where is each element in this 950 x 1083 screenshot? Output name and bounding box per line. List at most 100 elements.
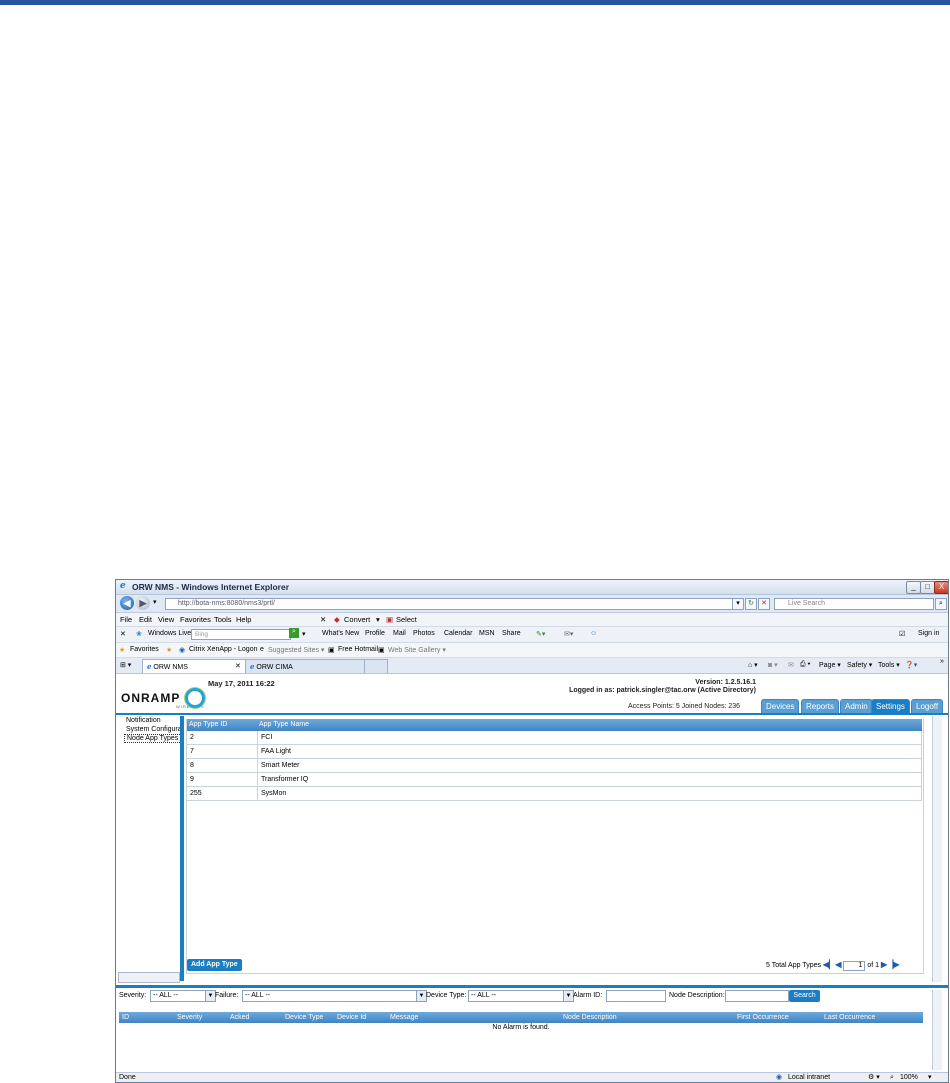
mail-icon[interactable]: ✉▾: [564, 630, 573, 638]
wl-link-profile[interactable]: Profile: [365, 630, 385, 637]
live-search-input[interactable]: Live Search: [774, 598, 934, 610]
last-page-icon[interactable]: ▕▶: [887, 960, 899, 969]
tab-settings[interactable]: Settings: [871, 699, 910, 713]
stop-icon[interactable]: ✕: [758, 598, 770, 610]
page-menu[interactable]: Page ▾: [819, 661, 841, 669]
fav-web-slice-gallery[interactable]: Web Site Gallery ▾: [388, 646, 446, 654]
close-tab-icon[interactable]: ✕: [235, 660, 241, 673]
device-type-select[interactable]: -- ALL -- ▼: [468, 990, 574, 1002]
tab-logoff[interactable]: Logoff: [911, 699, 944, 713]
table-row[interactable]: 9 Transformer IQ: [186, 773, 922, 787]
tab-orw-nms[interactable]: e ORW NMS ✕: [142, 659, 248, 673]
table-row[interactable]: 255 SysMon: [186, 787, 922, 801]
col-first-occurrence[interactable]: First Occurrence: [737, 1012, 789, 1023]
menu-file[interactable]: File: [120, 615, 132, 624]
bing-go-icon[interactable]: ⌕: [289, 628, 299, 638]
sign-in-link[interactable]: Sign in: [918, 630, 939, 637]
col-acked[interactable]: Acked: [230, 1012, 249, 1023]
close-toolbar-icon[interactable]: ✕: [120, 630, 126, 638]
bing-dropdown-icon[interactable]: ▾: [302, 630, 306, 638]
convert-button[interactable]: Convert: [344, 615, 370, 624]
protected-mode-icon[interactable]: ⚙ ▾: [868, 1073, 880, 1082]
fav-citrix[interactable]: Citrix XenApp - Logon: [189, 646, 257, 653]
fav-free-hotmail[interactable]: Free Hotmail: [338, 646, 378, 653]
wl-link-calendar[interactable]: Calendar: [444, 630, 472, 637]
col-app-type-name[interactable]: App Type Name: [259, 719, 309, 731]
tab-admin[interactable]: Admin: [840, 699, 873, 713]
sidebar-splitter[interactable]: [180, 716, 184, 981]
safety-menu[interactable]: Safety ▾: [847, 661, 872, 669]
close-button[interactable]: X: [934, 581, 948, 594]
home-icon[interactable]: ⌂ ▾: [748, 661, 758, 669]
select-button[interactable]: Select: [396, 615, 417, 624]
favorites-button[interactable]: Favorites: [130, 646, 159, 653]
add-favorite-icon[interactable]: ★: [166, 646, 172, 654]
first-page-icon[interactable]: ◀▏: [823, 960, 835, 969]
wl-link-photos[interactable]: Photos: [413, 630, 435, 637]
url-field[interactable]: http://bota-nms:8080/nms3/prtl/: [165, 598, 744, 610]
prev-page-icon[interactable]: ◀: [835, 960, 841, 969]
menu-help[interactable]: Help: [236, 615, 251, 624]
maximize-button[interactable]: □: [920, 581, 935, 594]
history-dropdown-icon[interactable]: ▾: [153, 598, 157, 606]
failure-select[interactable]: -- ALL -- ▼: [242, 990, 427, 1002]
col-device-type[interactable]: Device Type: [285, 1012, 323, 1023]
sidebar-item-notification[interactable]: Notification: [118, 716, 182, 725]
tab-reports[interactable]: Reports: [801, 699, 840, 713]
read-mail-icon[interactable]: ✉: [788, 661, 794, 669]
sidebar-item-node-app-types[interactable]: Node App Types: [124, 734, 182, 743]
zoom-level[interactable]: 100%: [900, 1073, 918, 1082]
print-icon[interactable]: ⎙ ▾: [800, 661, 811, 669]
table-row[interactable]: 2 FCI: [186, 731, 922, 745]
col-last-occurrence[interactable]: Last Occurrence: [824, 1012, 875, 1023]
wl-link-whats-new[interactable]: What's New: [322, 630, 359, 637]
table-row[interactable]: 7 FAA Light: [186, 745, 922, 759]
sign-in-icon[interactable]: ☑: [899, 630, 905, 638]
node-description-input[interactable]: [725, 990, 789, 1002]
search-go-icon[interactable]: ⌕: [935, 598, 947, 610]
chevron-icon[interactable]: »: [940, 658, 944, 665]
grid-vscrollbar[interactable]: [932, 716, 942, 982]
bing-search-input[interactable]: Bing: [191, 629, 291, 640]
tab-orw-cima[interactable]: e ORW CIMA: [245, 659, 367, 673]
alarm-id-input[interactable]: [606, 990, 666, 1002]
tab-devices[interactable]: Devices: [761, 699, 800, 713]
severity-select[interactable]: -- ALL -- ▼: [150, 990, 216, 1002]
col-message[interactable]: Message: [390, 1012, 418, 1023]
col-node-description[interactable]: Node Description: [563, 1012, 617, 1023]
help-icon[interactable]: ❓▾: [905, 661, 917, 669]
col-severity[interactable]: Severity: [177, 1012, 202, 1023]
wl-link-msn[interactable]: MSN: [479, 630, 495, 637]
forward-button[interactable]: ▶: [136, 596, 150, 610]
page-number-input[interactable]: 1: [843, 961, 866, 971]
new-tab-button[interactable]: [364, 659, 388, 673]
sidebar-item-system-configuration[interactable]: System Configura: [118, 725, 182, 734]
minimize-button[interactable]: _: [906, 581, 921, 594]
col-device-id[interactable]: Device Id: [337, 1012, 366, 1023]
menu-view[interactable]: View: [158, 615, 174, 624]
col-id[interactable]: ID: [122, 1012, 129, 1023]
menu-tools[interactable]: Tools: [214, 615, 232, 624]
menu-edit[interactable]: Edit: [139, 615, 152, 624]
messenger-icon[interactable]: ☺: [590, 630, 597, 637]
blog-icon[interactable]: ✎▾: [536, 630, 545, 638]
col-app-type-id[interactable]: App Type ID: [189, 719, 227, 731]
zoom-icon[interactable]: ⌕: [890, 1073, 894, 1082]
convert-dropdown-icon[interactable]: ▾: [376, 615, 380, 624]
url-dropdown-icon[interactable]: ▾: [732, 598, 744, 610]
quick-tabs-icon[interactable]: ⊞ ▾: [120, 661, 131, 669]
fav-suggested-sites[interactable]: Suggested Sites ▾: [268, 646, 324, 654]
panel-divider[interactable]: [116, 985, 948, 988]
add-app-type-button[interactable]: Add App Type: [187, 959, 242, 971]
tools-menu[interactable]: Tools ▾: [878, 661, 900, 669]
alarm-vscrollbar[interactable]: [932, 990, 942, 1070]
menu-favorites[interactable]: Favorites: [180, 615, 211, 624]
refresh-icon[interactable]: ↻: [745, 598, 757, 610]
table-row[interactable]: 8 Smart Meter: [186, 759, 922, 773]
zoom-dropdown-icon[interactable]: ▾: [928, 1073, 932, 1082]
feeds-icon[interactable]: ◙ ▾: [768, 661, 778, 669]
wl-link-mail[interactable]: Mail: [393, 630, 406, 637]
close-toolbar-icon[interactable]: ✕: [320, 615, 326, 624]
wl-link-share[interactable]: Share: [502, 630, 521, 637]
alarm-search-button[interactable]: Search: [789, 990, 820, 1002]
